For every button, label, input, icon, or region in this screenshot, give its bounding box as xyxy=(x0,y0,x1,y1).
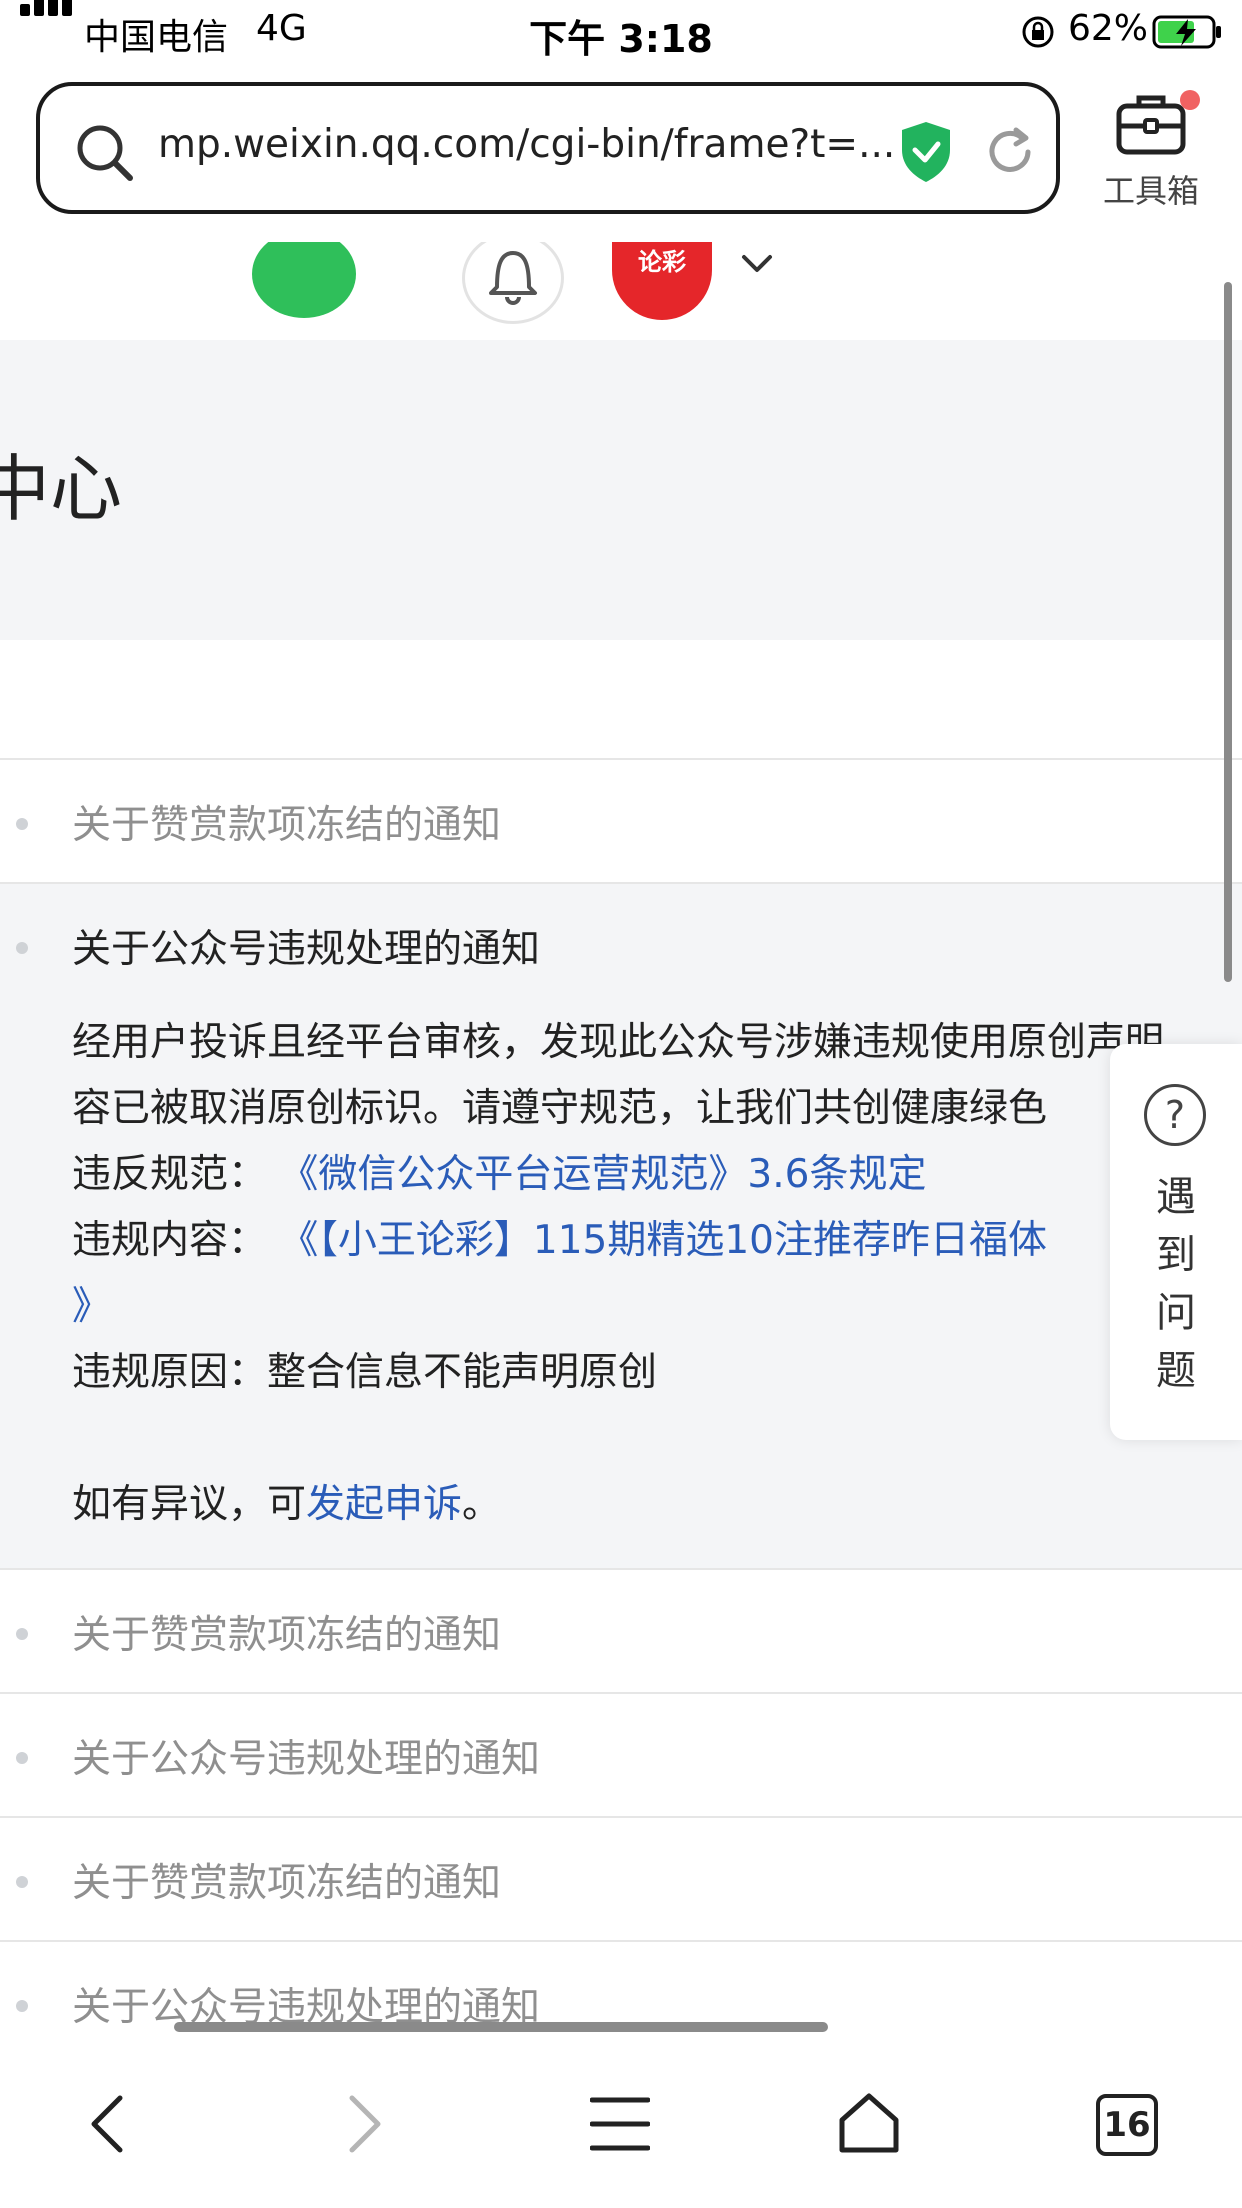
browser-bottom-nav: 16 xyxy=(0,2042,1242,2208)
url-text[interactable]: mp.weixin.qq.com/cgi-bin/frame?t=... xyxy=(158,122,918,167)
title-band xyxy=(0,340,1242,640)
url-bar[interactable]: mp.weixin.qq.com/cgi-bin/frame?t=... xyxy=(36,82,1060,214)
reason-line: 违规原因：整合信息不能声明原创 xyxy=(72,1340,1242,1406)
account-avatar[interactable]: 论彩 xyxy=(612,242,712,320)
notification-title[interactable]: 关于赞赏款项冻结的通知 xyxy=(72,794,501,850)
toolbox-label: 工具箱 xyxy=(1102,172,1199,210)
horizontal-scrollbar[interactable] xyxy=(174,2022,828,2032)
list-item[interactable]: 关于公众号违规处理的通知 xyxy=(0,1692,1242,1816)
tabs-count-button[interactable]: 16 xyxy=(1096,2094,1158,2156)
rule-label: 违反规范： xyxy=(72,1152,268,1197)
help-char: 到 xyxy=(1156,1232,1196,1278)
reason-value: 整合信息不能声明原创 xyxy=(267,1350,658,1395)
menu-icon[interactable] xyxy=(590,2092,650,2156)
bullet-dot xyxy=(16,2000,28,2012)
list-item[interactable]: 关于赞赏款项冻结的通知 xyxy=(0,1568,1242,1692)
help-label: 遇 到 问 题 xyxy=(1110,1168,1242,1400)
content-label: 违规内容： xyxy=(72,1218,268,1263)
battery-icon xyxy=(1152,15,1221,49)
notification-title[interactable]: 关于公众号违规处理的通知 xyxy=(72,918,540,974)
status-bar: 中国电信 4G 下午 3:18 62% xyxy=(0,0,1242,64)
toolbox-icon xyxy=(1116,95,1186,155)
reload-icon[interactable] xyxy=(982,124,1038,180)
appeal-link[interactable]: 发起申诉 xyxy=(306,1482,462,1527)
help-button[interactable]: ? 遇 到 问 题 xyxy=(1110,1044,1242,1440)
content-link-end[interactable]: 》 xyxy=(72,1284,111,1329)
chevron-down-icon[interactable] xyxy=(740,252,774,276)
list-item[interactable]: 关于赞赏款项冻结的通知 xyxy=(0,1816,1242,1940)
reason-label: 违规原因： xyxy=(72,1350,268,1395)
rule-line: 违反规范： 《微信公众平台运营规范》3.6条规定 xyxy=(72,1142,1242,1208)
list-item[interactable]: 关于赞赏款项冻结的通知 xyxy=(0,758,1242,882)
notification-detail: 经用户投诉且经平台审核，发现此公众号涉嫌违规使用原创声明 容已被取消原创标识。请… xyxy=(72,1010,1242,1538)
bullet-dot xyxy=(16,818,28,830)
content-line-end: 》 xyxy=(72,1274,1242,1340)
wechat-logo-icon xyxy=(252,242,356,318)
notification-list: 关于赞赏款项冻结的通知 关于公众号违规处理的通知 经用户投诉且经平台审核，发现此… xyxy=(0,758,1242,2064)
detail-line-2: 容已被取消原创标识。请遵守规范，让我们共创健康绿色 xyxy=(72,1086,1048,1131)
search-icon xyxy=(77,125,133,181)
help-char: 问 xyxy=(1156,1290,1196,1336)
home-icon[interactable] xyxy=(838,2092,900,2156)
question-icon: ? xyxy=(1144,1084,1206,1146)
toolbox-button[interactable]: 工具箱 xyxy=(1080,92,1222,212)
bullet-dot xyxy=(16,942,28,954)
help-char: 遇 xyxy=(1156,1174,1196,1220)
notification-title[interactable]: 关于赞赏款项冻结的通知 xyxy=(72,1852,501,1908)
back-icon[interactable] xyxy=(84,2092,132,2156)
bullet-dot xyxy=(16,1876,28,1888)
content-line: 违规内容： 《【小王论彩】115期精选10注推荐昨日福体 xyxy=(72,1208,1242,1274)
forward-icon[interactable] xyxy=(340,2092,388,2156)
battery-percent: 62% xyxy=(1068,8,1149,49)
bell-icon-button[interactable] xyxy=(462,242,564,324)
orientation-lock-icon xyxy=(1022,16,1054,48)
notification-title[interactable]: 关于公众号违规处理的通知 xyxy=(72,1728,540,1784)
notification-dot xyxy=(1180,90,1200,110)
vertical-scrollbar[interactable] xyxy=(1224,282,1232,982)
help-char: 题 xyxy=(1156,1348,1196,1394)
bell-icon xyxy=(489,251,537,305)
detail-line-1: 经用户投诉且经平台审核，发现此公众号涉嫌违规使用原创声明 xyxy=(72,1020,1165,1065)
bullet-dot xyxy=(16,1752,28,1764)
bullet-dot xyxy=(16,1628,28,1640)
security-shield-icon[interactable] xyxy=(898,120,954,184)
notification-title[interactable]: 关于赞赏款项冻结的通知 xyxy=(72,1604,501,1660)
page-title: 中心 xyxy=(0,447,123,531)
page-header: 论彩 xyxy=(0,242,930,340)
appeal-line: 如有异议，可发起申诉。 xyxy=(72,1472,1242,1538)
list-item-expanded[interactable]: 关于公众号违规处理的通知 经用户投诉且经平台审核，发现此公众号涉嫌违规使用原创声… xyxy=(0,882,1242,1568)
appeal-suffix: 。 xyxy=(462,1482,502,1527)
appeal-prefix: 如有异议，可 xyxy=(72,1482,307,1527)
rule-link[interactable]: 《微信公众平台运营规范》3.6条规定 xyxy=(279,1152,926,1197)
content-link[interactable]: 《【小王论彩】115期精选10注推荐昨日福体 xyxy=(279,1218,1047,1263)
